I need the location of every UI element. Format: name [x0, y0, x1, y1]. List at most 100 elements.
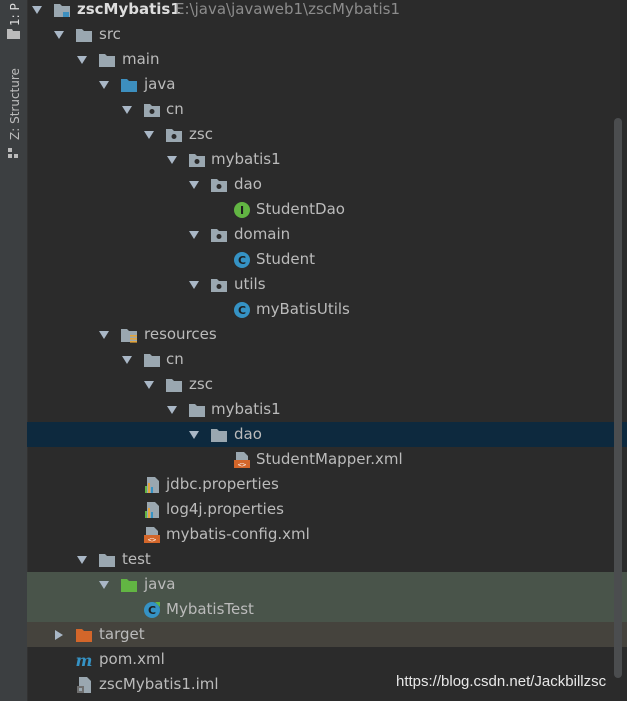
- folder-icon: [211, 429, 227, 442]
- package-icon: [211, 179, 227, 192]
- source-folder-icon: [121, 79, 137, 92]
- chevron-down-icon[interactable]: [98, 79, 110, 91]
- xml-file-icon: <>: [144, 527, 160, 544]
- watermark: https://blog.csdn.net/Jackbillzsc: [396, 673, 607, 690]
- iml-file-icon: [77, 677, 91, 693]
- tree-row[interactable]: main: [27, 47, 627, 72]
- chevron-down-icon[interactable]: [53, 29, 65, 41]
- tree-label: Student: [256, 250, 316, 268]
- chevron-down-icon[interactable]: [76, 554, 88, 566]
- tree-row[interactable]: mybatis1: [27, 147, 627, 172]
- class-icon: C: [234, 302, 250, 318]
- tree-label: mybatis1: [211, 150, 281, 168]
- chevron-down-icon[interactable]: [166, 154, 178, 166]
- interface-icon: I: [234, 202, 250, 218]
- chevron-down-icon[interactable]: [98, 329, 110, 341]
- xml-file-icon: <>: [234, 452, 250, 469]
- tree-label: target: [99, 625, 145, 643]
- tree-row[interactable]: resources: [27, 322, 627, 347]
- tree-row[interactable]: <> mybatis-config.xml: [27, 522, 627, 547]
- tree-row-selected[interactable]: dao: [27, 422, 627, 447]
- structure-icon[interactable]: [7, 148, 20, 159]
- tree-label: main: [122, 50, 160, 68]
- tree-label: mybatis1: [211, 400, 281, 418]
- package-icon: [211, 229, 227, 242]
- tree-label: dao: [234, 175, 262, 193]
- tree-row[interactable]: zsc: [27, 122, 627, 147]
- test-source-folder-icon: [121, 579, 137, 592]
- tree-label: cn: [166, 350, 184, 368]
- root-module-path: E:\java\javaweb1\zscMybatis1: [175, 0, 400, 18]
- tree-row[interactable]: C Student: [27, 247, 627, 272]
- chevron-right-icon[interactable]: [53, 629, 65, 641]
- project-tab[interactable]: 1: P: [8, 3, 22, 26]
- tree-row[interactable]: C MybatisTest: [27, 597, 627, 622]
- vertical-scrollbar[interactable]: [614, 118, 622, 678]
- package-icon: [166, 129, 182, 142]
- properties-file-icon: [145, 477, 159, 493]
- structure-tab[interactable]: Z: Structure: [8, 68, 22, 140]
- chevron-down-icon[interactable]: [188, 229, 200, 241]
- tree-row[interactable]: target: [27, 622, 627, 647]
- tree-row[interactable]: zsc: [27, 372, 627, 397]
- chevron-down-icon[interactable]: [76, 54, 88, 66]
- tree-row[interactable]: I StudentDao: [27, 197, 627, 222]
- tree-label: utils: [234, 275, 266, 293]
- tree-label: zsc: [189, 125, 213, 143]
- chevron-down-icon[interactable]: [31, 4, 43, 16]
- chevron-down-icon[interactable]: [143, 129, 155, 141]
- tree-label: test: [122, 550, 151, 568]
- tree-label: zsc: [189, 375, 213, 393]
- tree-row[interactable]: cn: [27, 347, 627, 372]
- chevron-down-icon[interactable]: [188, 429, 200, 441]
- tree-label: cn: [166, 100, 184, 118]
- tree-row-root[interactable]: zscMybatis1 E:\java\javaweb1\zscMybatis1: [27, 0, 627, 22]
- tree-label: StudentDao: [256, 200, 345, 218]
- tree-row[interactable]: domain: [27, 222, 627, 247]
- chevron-down-icon[interactable]: [121, 104, 133, 116]
- folder-icon: [99, 554, 115, 567]
- chevron-down-icon[interactable]: [166, 404, 178, 416]
- project-folder-icon[interactable]: [7, 28, 20, 39]
- tree-row[interactable]: <> StudentMapper.xml: [27, 447, 627, 472]
- tree-label: domain: [234, 225, 291, 243]
- tree-row[interactable]: utils: [27, 272, 627, 297]
- svg-text:C: C: [148, 604, 156, 617]
- class-icon: C: [234, 252, 250, 268]
- tree-label: log4j.properties: [166, 500, 284, 518]
- tree-label: dao: [234, 425, 262, 443]
- module-folder-icon: [54, 4, 70, 17]
- package-icon: [144, 104, 160, 117]
- resources-folder-icon: [121, 329, 137, 343]
- tree-row[interactable]: java: [27, 572, 627, 597]
- tree-row[interactable]: jdbc.properties: [27, 472, 627, 497]
- tree-row[interactable]: log4j.properties: [27, 497, 627, 522]
- svg-text:<>: <>: [238, 461, 246, 469]
- tree-row[interactable]: mybatis1: [27, 397, 627, 422]
- tree-row[interactable]: m pom.xml: [27, 647, 627, 672]
- folder-icon: [166, 379, 182, 392]
- tree-label: mybatis-config.xml: [166, 525, 310, 543]
- maven-icon: m: [76, 651, 93, 669]
- tree-row[interactable]: cn: [27, 97, 627, 122]
- chevron-down-icon[interactable]: [188, 279, 200, 291]
- tree-label: pom.xml: [99, 650, 165, 668]
- chevron-down-icon[interactable]: [121, 354, 133, 366]
- svg-text:C: C: [238, 304, 246, 317]
- excluded-folder-icon: [76, 629, 92, 642]
- tree-row[interactable]: C myBatisUtils: [27, 297, 627, 322]
- tree-row[interactable]: test: [27, 547, 627, 572]
- tree-label: MybatisTest: [166, 600, 254, 618]
- project-tree: zscMybatis1 E:\java\javaweb1\zscMybatis1…: [27, 0, 627, 701]
- tree-row[interactable]: dao: [27, 172, 627, 197]
- test-class-icon: C: [144, 602, 160, 618]
- package-icon: [189, 154, 205, 167]
- chevron-down-icon[interactable]: [143, 379, 155, 391]
- tree-row[interactable]: java: [27, 72, 627, 97]
- tool-window-strip: 1: P Z: Structure: [0, 0, 28, 701]
- properties-file-icon: [145, 502, 159, 518]
- folder-icon: [76, 29, 92, 42]
- tree-row[interactable]: src: [27, 22, 627, 47]
- chevron-down-icon[interactable]: [188, 179, 200, 191]
- chevron-down-icon[interactable]: [98, 579, 110, 591]
